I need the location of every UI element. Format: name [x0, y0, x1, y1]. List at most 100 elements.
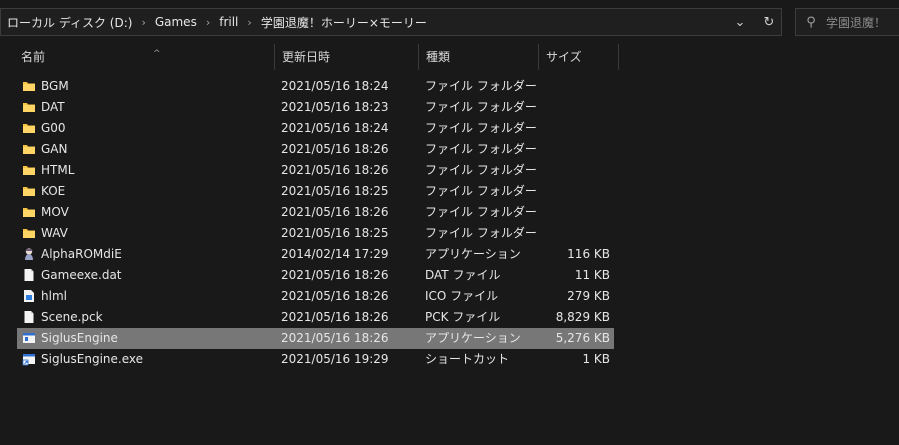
- folder-icon: [22, 79, 36, 93]
- file-type: ICO ファイル: [425, 289, 499, 303]
- file-name: AlphaROMdiE: [41, 247, 122, 261]
- file-icon: [22, 268, 36, 282]
- file-row[interactable]: WAV 2021/05/16 18:25 ファイル フォルダー: [17, 223, 614, 244]
- file-name: GAN: [41, 142, 68, 156]
- breadcrumb-item[interactable]: ローカル ディスク (D:): [3, 14, 136, 31]
- file-size: 8,829 KB: [555, 310, 610, 324]
- address-bar[interactable]: ローカル ディスク (D:) › Games › frill › 学園退魔！ホーリー×モーリ…: [0, 8, 782, 36]
- file-name: KOE: [41, 184, 66, 198]
- file-row[interactable]: GAN 2021/05/16 18:26 ファイル フォルダー: [17, 139, 614, 160]
- file-date: 2021/05/16 18:26: [281, 268, 389, 282]
- folder-icon: [22, 205, 36, 219]
- folder-icon: [22, 121, 36, 135]
- file-type: PCK ファイル: [425, 310, 501, 324]
- address-toolbar: ローカル ディスク (D:) › Games › frill › 学園退魔！ホーリー×モーリ…: [0, 0, 899, 44]
- column-header-size[interactable]: サイズ: [539, 44, 619, 70]
- breadcrumb-item[interactable]: 学園退魔！ホーリー×モーリー: [257, 14, 431, 31]
- column-header-name[interactable]: 名前 ^: [14, 44, 275, 70]
- file-date: 2021/05/16 18:26: [281, 163, 389, 177]
- refresh-icon[interactable]: ↻: [756, 9, 782, 35]
- column-type-label: 種類: [426, 50, 451, 64]
- search-placeholder: 学園退魔！: [826, 15, 887, 30]
- file-type: ファイル フォルダー: [425, 142, 537, 156]
- column-header-type[interactable]: 種類: [419, 44, 539, 70]
- file-size: 116 KB: [567, 247, 610, 261]
- breadcrumb-separator-icon: ›: [205, 15, 211, 29]
- file-name: WAV: [41, 226, 68, 240]
- file-name: HTML: [41, 163, 75, 177]
- file-date: 2021/05/16 18:25: [281, 184, 389, 198]
- app-character-icon: [22, 247, 36, 261]
- chevron-down-icon[interactable]: ⌄: [727, 9, 753, 35]
- folder-icon: [22, 142, 36, 156]
- folder-icon: [22, 226, 36, 240]
- search-icon: ⚲: [806, 14, 816, 30]
- file-type: ファイル フォルダー: [425, 163, 537, 177]
- column-name-label: 名前: [21, 50, 46, 64]
- file-type: ファイル フォルダー: [425, 184, 537, 198]
- file-type: アプリケーション: [425, 331, 521, 345]
- file-name: SiglusEngine.exe: [41, 352, 143, 366]
- sort-ascending-icon: ^: [153, 49, 161, 59]
- file-row[interactable]: Scene.pck 2021/05/16 18:26 PCK ファイル 8,829 K…: [17, 307, 614, 328]
- column-header: 名前 ^ 更新日時 種類 サイズ: [0, 44, 899, 70]
- column-header-date[interactable]: 更新日時: [275, 44, 419, 70]
- file-date: 2021/05/16 18:26: [281, 310, 389, 324]
- file-type: ファイル フォルダー: [425, 205, 537, 219]
- file-size: 1 KB: [582, 352, 610, 366]
- file-row[interactable]: SiglusEngine.exe 2021/05/16 19:29 ショートカット 1…: [17, 349, 614, 370]
- file-date: 2021/05/16 18:26: [281, 142, 389, 156]
- file-size: 5,276 KB: [555, 331, 610, 345]
- shortcut-icon: [22, 352, 36, 366]
- file-row[interactable]: KOE 2021/05/16 18:25 ファイル フォルダー: [17, 181, 614, 202]
- breadcrumb-item[interactable]: frill: [215, 15, 242, 29]
- file-name: SiglusEngine: [41, 331, 118, 345]
- file-row[interactable]: Gameexe.dat 2021/05/16 18:26 DAT ファイル 11 KB: [17, 265, 614, 286]
- file-name: DAT: [41, 100, 65, 114]
- file-row[interactable]: BGM 2021/05/16 18:24 ファイル フォルダー: [17, 76, 614, 97]
- file-row[interactable]: MOV 2021/05/16 18:26 ファイル フォルダー: [17, 202, 614, 223]
- file-row[interactable]: G00 2021/05/16 18:24 ファイル フォルダー: [17, 118, 614, 139]
- folder-icon: [22, 100, 36, 114]
- file-name: Scene.pck: [41, 310, 103, 324]
- column-date-label: 更新日時: [282, 50, 331, 64]
- file-name: hlml: [41, 289, 67, 303]
- file-size: 11 KB: [574, 268, 610, 282]
- file-name: MOV: [41, 205, 69, 219]
- file-icon: [22, 310, 36, 324]
- file-type: ファイル フォルダー: [425, 121, 537, 135]
- file-type: アプリケーション: [425, 247, 521, 261]
- breadcrumb-separator-icon: ›: [141, 15, 146, 29]
- search-box[interactable]: ⚲ 学園退魔！: [795, 8, 899, 36]
- folder-icon: [22, 163, 36, 177]
- column-size-label: サイズ: [546, 50, 582, 64]
- file-row[interactable]: hlml 2021/05/16 18:26 ICO ファイル 279 KB: [17, 286, 614, 307]
- file-name: Gameexe.dat: [41, 268, 122, 282]
- ico-file-icon: [22, 289, 36, 303]
- app-window-icon: [22, 331, 36, 345]
- file-row[interactable]: AlphaROMdiE 2014/02/14 17:29 アプリケーション 116 K…: [17, 244, 614, 265]
- file-date: 2014/02/14 17:29: [281, 247, 389, 261]
- folder-icon: [22, 184, 36, 198]
- file-date: 2021/05/16 18:26: [281, 205, 389, 219]
- file-name: G00: [41, 121, 66, 135]
- file-size: 279 KB: [567, 289, 610, 303]
- breadcrumb: ローカル ディスク (D:) › Games › frill › 学園退魔！ホーリー×モーリ…: [1, 9, 431, 35]
- file-date: 2021/05/16 18:26: [281, 289, 389, 303]
- file-date: 2021/05/16 18:26: [281, 331, 389, 345]
- file-date: 2021/05/16 18:23: [281, 100, 389, 114]
- file-type: ファイル フォルダー: [425, 79, 537, 93]
- file-name: BGM: [41, 79, 69, 93]
- file-type: ショートカット: [425, 352, 510, 366]
- file-row[interactable]: HTML 2021/05/16 18:26 ファイル フォルダー: [17, 160, 614, 181]
- file-date: 2021/05/16 18:24: [281, 121, 389, 135]
- breadcrumb-item[interactable]: Games: [151, 15, 201, 29]
- file-type: DAT ファイル: [425, 268, 501, 282]
- file-row[interactable]: DAT 2021/05/16 18:23 ファイル フォルダー: [17, 97, 614, 118]
- file-row[interactable]: SiglusEngine 2021/05/16 18:26 アプリケーション 5,27…: [17, 328, 614, 349]
- file-date: 2021/05/16 18:25: [281, 226, 389, 240]
- file-type: ファイル フォルダー: [425, 100, 537, 114]
- file-date: 2021/05/16 19:29: [281, 352, 389, 366]
- file-type: ファイル フォルダー: [425, 226, 537, 240]
- file-date: 2021/05/16 18:24: [281, 79, 389, 93]
